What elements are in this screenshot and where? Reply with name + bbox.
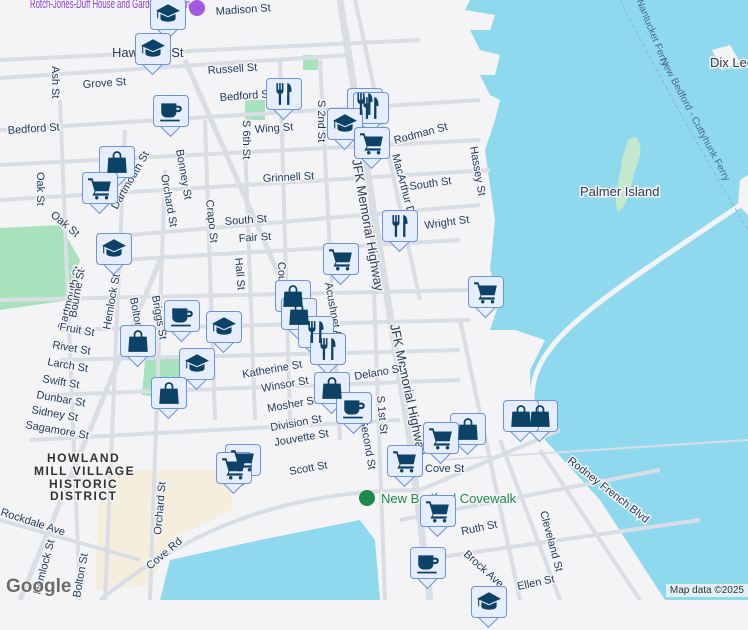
grocery-marker[interactable] <box>216 452 252 496</box>
school-marker[interactable] <box>471 586 507 630</box>
shopping-marker[interactable] <box>151 377 187 421</box>
coffee-marker[interactable] <box>336 392 372 436</box>
school-icon <box>184 351 210 377</box>
shopping-marker[interactable] <box>503 400 539 444</box>
coffee-icon <box>169 303 195 329</box>
grocery-marker[interactable] <box>323 243 359 287</box>
svg-text:Ash St: Ash St <box>49 66 61 98</box>
district-label: HOWLAND <box>47 451 120 465</box>
school-marker[interactable] <box>96 233 132 277</box>
map-attribution[interactable]: Map data ©2025 <box>665 584 748 597</box>
svg-text:S 6th St: S 6th St <box>240 120 252 159</box>
island2-label: Dix Ledge <box>710 55 748 70</box>
shopping-bag-icon <box>508 403 534 429</box>
svg-text:Oak St: Oak St <box>34 172 46 206</box>
school-icon <box>140 36 166 62</box>
svg-text:S 2nd St: S 2nd St <box>315 100 327 142</box>
grocery-marker[interactable] <box>387 445 423 489</box>
school-icon <box>101 236 127 262</box>
school-icon <box>476 589 502 615</box>
restaurant-icon <box>387 213 413 239</box>
svg-text:Fair St: Fair St <box>238 231 271 245</box>
grocery-marker[interactable] <box>420 495 456 539</box>
restaurant-marker[interactable] <box>382 210 418 254</box>
restaurant-marker[interactable] <box>266 78 302 122</box>
grocery-marker[interactable] <box>423 422 459 466</box>
cart-icon <box>473 279 499 305</box>
grocery-marker[interactable] <box>468 276 504 320</box>
shopping-bag-icon <box>156 380 182 406</box>
restaurant-icon <box>271 81 297 107</box>
coffee-icon <box>158 98 184 124</box>
district-label: DISTRICT <box>50 489 117 503</box>
restaurant-marker[interactable] <box>310 333 346 377</box>
coffee-icon <box>415 550 441 576</box>
cart-icon <box>87 175 113 201</box>
coffee-marker[interactable] <box>153 95 189 139</box>
park-area <box>245 100 265 120</box>
school-icon <box>211 314 237 340</box>
shopping-bag-icon <box>455 416 481 442</box>
coffee-icon <box>341 395 367 421</box>
school-icon <box>155 1 181 27</box>
island-label: Palmer Island <box>580 184 659 199</box>
coffee-marker[interactable] <box>164 300 200 344</box>
restaurant-icon <box>358 95 384 121</box>
park-pin-icon <box>359 490 375 506</box>
restaurant-icon <box>315 336 341 362</box>
grocery-marker[interactable] <box>82 172 118 216</box>
school-marker[interactable] <box>135 33 171 77</box>
cart-icon <box>428 425 454 451</box>
google-logo: Google <box>6 576 72 597</box>
cart-icon <box>328 246 354 272</box>
cart-icon <box>221 455 247 481</box>
cart-icon <box>359 130 385 156</box>
district-label: MILL VILLAGE <box>34 464 135 478</box>
shopping-marker[interactable] <box>120 325 156 369</box>
cart-icon <box>425 498 451 524</box>
museum-icon <box>189 0 205 16</box>
shopping-bag-icon <box>125 328 151 354</box>
grocery-marker[interactable] <box>354 127 390 171</box>
cart-icon <box>392 448 418 474</box>
coffee-marker[interactable] <box>410 547 446 591</box>
school-icon <box>332 111 358 137</box>
shopping-bag-icon <box>104 149 130 175</box>
